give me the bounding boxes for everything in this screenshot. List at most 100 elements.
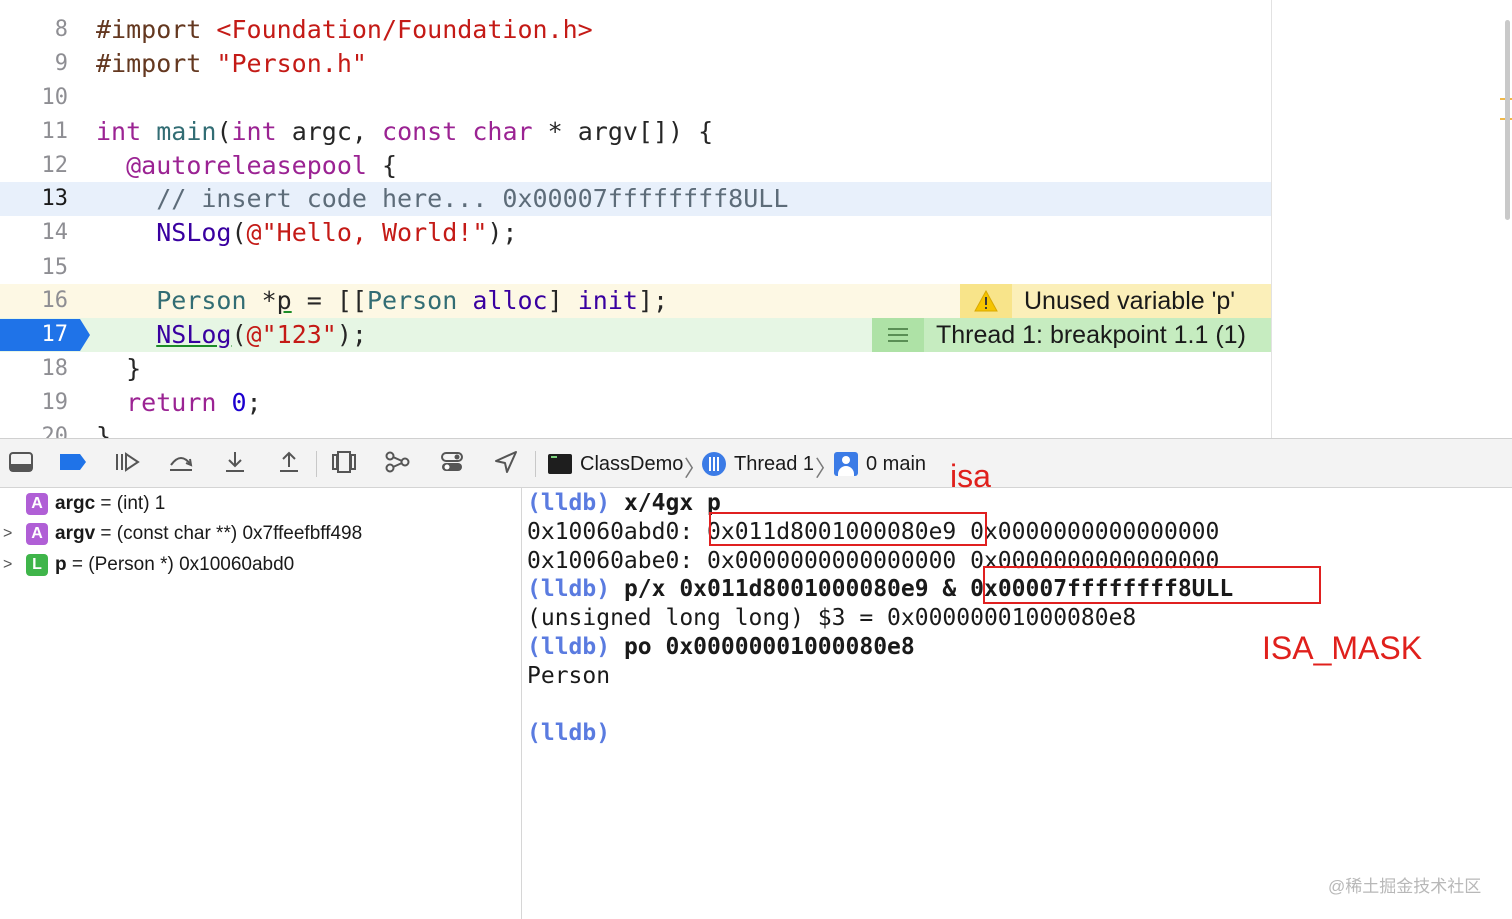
- breadcrumb-thread[interactable]: Thread 1: [702, 439, 814, 489]
- step-into-button[interactable]: [220, 449, 250, 479]
- code-text: int main(int argc, const char * argv[]) …: [96, 117, 714, 146]
- scheme-name: ClassDemo: [580, 452, 684, 475]
- code-line[interactable]: 9 #import "Person.h": [0, 47, 1272, 81]
- disclosure-triangle-icon[interactable]: >: [3, 525, 12, 543]
- lldb-console[interactable]: (lldb) x/4gx p 0x10060abd0: 0x011d800100…: [522, 488, 1512, 919]
- code-text: }: [126, 354, 142, 383]
- step-out-button[interactable]: [274, 449, 304, 479]
- code-line[interactable]: 20 }: [0, 420, 1272, 438]
- thread-message: Thread 1: breakpoint 1.1 (1): [936, 320, 1246, 349]
- line-number: 18: [41, 356, 69, 381]
- line-number: 16: [41, 288, 69, 313]
- view-hierarchy-button[interactable]: [329, 449, 359, 479]
- argument-badge: A: [26, 493, 48, 515]
- code-line[interactable]: 18 }: [0, 352, 1272, 386]
- step-into-icon: [224, 451, 246, 478]
- toggles-icon: [440, 451, 464, 478]
- code-text: // insert code here... 0x00007ffffffff8U…: [156, 184, 789, 213]
- console-line: (lldb) po 0x00000001000080e8: [527, 634, 915, 660]
- code-line[interactable]: 8 #import <Foundation/Foundation.h>: [0, 13, 1272, 47]
- line-number: 17: [41, 322, 69, 347]
- location-arrow-icon: [494, 450, 518, 478]
- isa-highlight-box: [709, 512, 987, 546]
- toolbar-separator: [316, 451, 317, 477]
- line-number: 8: [54, 17, 68, 42]
- line-number: 12: [41, 153, 69, 178]
- line-number: 20: [41, 424, 69, 438]
- frame-name: 0 main: [866, 452, 927, 475]
- line-number: 15: [41, 255, 69, 280]
- code-text: NSLog(@"123");: [156, 320, 367, 349]
- console-line: Person: [527, 663, 611, 689]
- environment-overrides-button[interactable]: [437, 449, 467, 479]
- isa-mask-highlight-box: [983, 566, 1321, 604]
- local-badge: L: [26, 554, 48, 576]
- line-number: 13: [41, 186, 69, 211]
- code-text: return 0;: [126, 388, 262, 417]
- code-line[interactable]: 11 int main(int argc, const char * argv[…: [0, 115, 1272, 149]
- code-text: @autoreleasepool {: [126, 151, 398, 180]
- editor-divider: [1271, 0, 1272, 438]
- variable-name: p: [55, 554, 67, 575]
- view-hierarchy-icon: [332, 450, 356, 478]
- continue-icon: [114, 451, 140, 477]
- breadcrumb-frame[interactable]: 0 main: [834, 439, 926, 489]
- step-over-button[interactable]: [166, 449, 196, 479]
- breakpoint-icon: [58, 453, 88, 476]
- code-line-current[interactable]: 13 // insert code here... 0x00007fffffff…: [0, 182, 1272, 216]
- thread-annotation[interactable]: Thread 1: breakpoint 1.1 (1): [872, 318, 1272, 352]
- variable-value: = (Person *) 0x10060abd0: [66, 554, 295, 575]
- code-line[interactable]: 14 NSLog(@"Hello, World!");: [0, 216, 1272, 250]
- step-over-icon: [168, 451, 194, 478]
- console-line: (unsigned long long) $3 = 0x000000010000…: [527, 605, 1137, 631]
- thread-name: Thread 1: [734, 452, 815, 475]
- console-line: (lldb) x/4gx p: [527, 490, 721, 516]
- code-text: #import <Foundation/Foundation.h>: [96, 15, 593, 44]
- step-out-icon: [278, 451, 300, 478]
- line-number: 19: [41, 390, 69, 415]
- code-text: #import "Person.h": [96, 49, 367, 78]
- memory-graph-button[interactable]: [383, 449, 413, 479]
- watermark: @稀土掘金技术社区: [1328, 877, 1482, 896]
- code-line[interactable]: 10: [0, 81, 1272, 115]
- isa-mask-label: ISA_MASK: [1262, 630, 1423, 666]
- continue-button[interactable]: [112, 449, 142, 479]
- source-editor[interactable]: 8 #import <Foundation/Foundation.h> 9 #i…: [0, 0, 1512, 438]
- variable-name: argv: [55, 523, 96, 544]
- code-text: Person *p = [[Person alloc] init];: [156, 286, 669, 315]
- user-frame-icon: [834, 452, 858, 476]
- toolbar-separator: [535, 451, 536, 477]
- memory-graph-icon: [385, 451, 411, 478]
- code-line[interactable]: 12 @autoreleasepool {: [0, 149, 1272, 183]
- variable-value: = (const char **) 0x7ffeefbff498: [95, 523, 363, 544]
- hide-debug-area-button[interactable]: [6, 449, 36, 479]
- variable-row[interactable]: > L p = (Person *) 0x10060abd0: [0, 550, 521, 580]
- simulate-location-button[interactable]: [491, 449, 521, 479]
- breadcrumb-scheme[interactable]: ClassDemo: [548, 439, 683, 489]
- hamburger-icon: [872, 318, 924, 352]
- variable-row[interactable]: A argc = (int) 1: [0, 489, 521, 519]
- variable-name: argc: [55, 493, 96, 514]
- line-number: 9: [54, 51, 68, 76]
- warning-message: Unused variable 'p': [1024, 286, 1236, 315]
- warning-annotation[interactable]: Unused variable 'p': [960, 284, 1272, 318]
- variable-value: = (int) 1: [95, 493, 166, 514]
- line-number: 10: [41, 85, 69, 110]
- console-line: (lldb): [527, 720, 611, 746]
- breakpoints-toggle-button[interactable]: [58, 449, 88, 479]
- variable-row[interactable]: > A argv = (const char **) 0x7ffeefbff49…: [0, 519, 521, 549]
- thread-icon: [702, 452, 726, 476]
- line-number: 14: [41, 220, 69, 245]
- disclosure-triangle-icon[interactable]: >: [3, 556, 12, 574]
- terminal-icon: [548, 454, 572, 474]
- panel-icon: [9, 451, 33, 477]
- code-text: NSLog(@"Hello, World!");: [156, 218, 518, 247]
- isa-label: isa: [950, 458, 991, 494]
- code-text: }: [96, 422, 112, 438]
- argument-badge: A: [26, 523, 48, 545]
- code-line[interactable]: 15: [0, 251, 1272, 285]
- code-line[interactable]: 19 return 0;: [0, 386, 1272, 420]
- editor-scrollbar[interactable]: [1505, 20, 1510, 220]
- warning-icon: [960, 284, 1012, 318]
- variables-view: A argc = (int) 1 > A argv = (const char …: [0, 488, 521, 919]
